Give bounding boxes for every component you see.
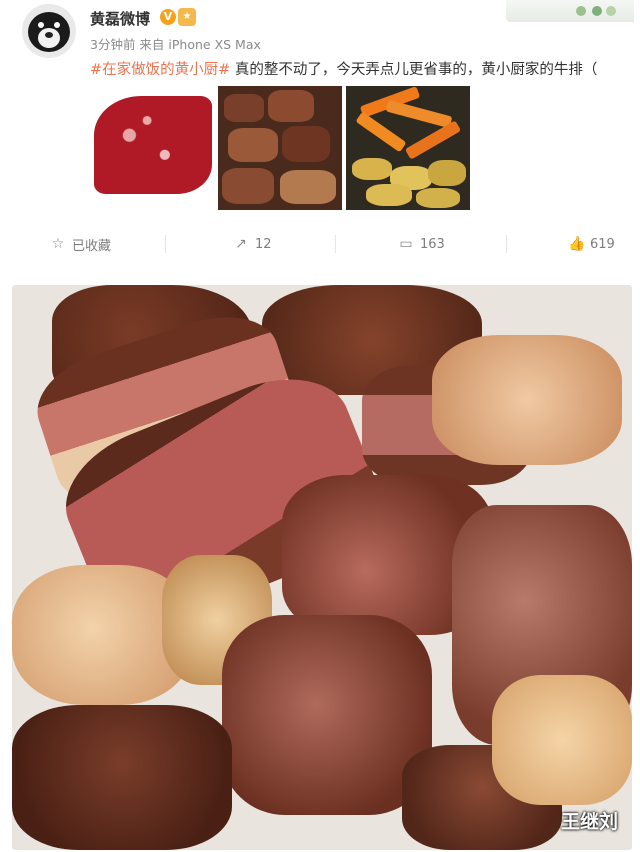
dog-snout bbox=[38, 28, 60, 48]
favorite-button[interactable]: ☆ 已收藏 bbox=[50, 226, 111, 262]
thumbnail-raw-steak[interactable] bbox=[88, 86, 212, 210]
star-icon: ☆ bbox=[51, 236, 65, 252]
beef-chunk bbox=[224, 94, 264, 122]
post-meta: 3分钟前 来自 iPhone XS Max bbox=[90, 37, 261, 52]
steak-graphic bbox=[94, 96, 212, 194]
leaf-icon bbox=[606, 6, 616, 16]
like-count: 619 bbox=[590, 236, 615, 252]
comment-icon: ▭ bbox=[399, 236, 413, 252]
leaf-icon bbox=[592, 6, 602, 16]
beef-chunk bbox=[280, 170, 336, 204]
divider bbox=[506, 235, 507, 253]
post-text: #在家做饭的黄小厨# 真的整不动了，今天弄点儿更省事的，黄小厨家的牛排（ bbox=[90, 58, 636, 80]
post-body: 真的整不动了，今天弄点儿更省事的，黄小厨家的牛排（ bbox=[230, 62, 598, 78]
beef-piece bbox=[12, 705, 232, 850]
action-bar: ☆ 已收藏 ↗ 12 ▭ 163 👍 619 bbox=[0, 226, 640, 262]
carrot-stick bbox=[385, 99, 453, 129]
beef-chunk bbox=[268, 90, 314, 122]
comment-count: 163 bbox=[420, 236, 445, 252]
divider bbox=[335, 235, 336, 253]
like-button[interactable]: 👍 619 bbox=[568, 226, 615, 262]
thumbnail-vegetables[interactable] bbox=[346, 86, 470, 210]
author-avatar[interactable] bbox=[22, 4, 76, 58]
repost-icon: ↗ bbox=[235, 236, 247, 252]
profile-banner bbox=[506, 0, 634, 22]
weibo-post: 黄磊微博 V ★ 3分钟前 来自 iPhone XS Max #在家做饭的黄小厨… bbox=[0, 0, 640, 270]
divider bbox=[165, 235, 166, 253]
main-photo-steak[interactable]: 王继刘 bbox=[12, 285, 632, 850]
author-name[interactable]: 黄磊微博 bbox=[90, 8, 150, 29]
favorite-label: 已收藏 bbox=[72, 238, 112, 254]
comment-button[interactable]: ▭ 163 bbox=[398, 226, 445, 262]
dog-eye bbox=[38, 22, 44, 28]
potato-slice bbox=[366, 184, 412, 206]
leaf-icon bbox=[576, 6, 586, 16]
beef-chunk bbox=[222, 168, 274, 204]
dog-eye bbox=[54, 22, 60, 28]
photo-watermark: 王继刘 bbox=[560, 811, 618, 833]
fat-piece bbox=[492, 675, 632, 805]
fat-piece bbox=[432, 335, 622, 465]
potato-slice bbox=[352, 158, 392, 180]
potato-slice bbox=[416, 188, 460, 208]
dog-nose bbox=[45, 32, 53, 38]
hashtag-link[interactable]: #在家做饭的黄小厨# bbox=[90, 62, 230, 78]
member-level-icon: ★ bbox=[178, 8, 196, 26]
repost-button[interactable]: ↗ 12 bbox=[233, 226, 272, 262]
beef-chunk bbox=[282, 126, 330, 162]
verified-icon: V bbox=[160, 9, 176, 25]
carrot-stick bbox=[404, 120, 462, 160]
carrot-stick bbox=[355, 111, 407, 153]
repost-count: 12 bbox=[255, 236, 272, 252]
beef-chunk bbox=[228, 128, 278, 162]
thumbs-up-icon: 👍 bbox=[568, 236, 586, 252]
beef-piece bbox=[222, 615, 432, 815]
potato-slice bbox=[428, 160, 466, 186]
thumbnail-seared-beef[interactable] bbox=[218, 86, 342, 210]
